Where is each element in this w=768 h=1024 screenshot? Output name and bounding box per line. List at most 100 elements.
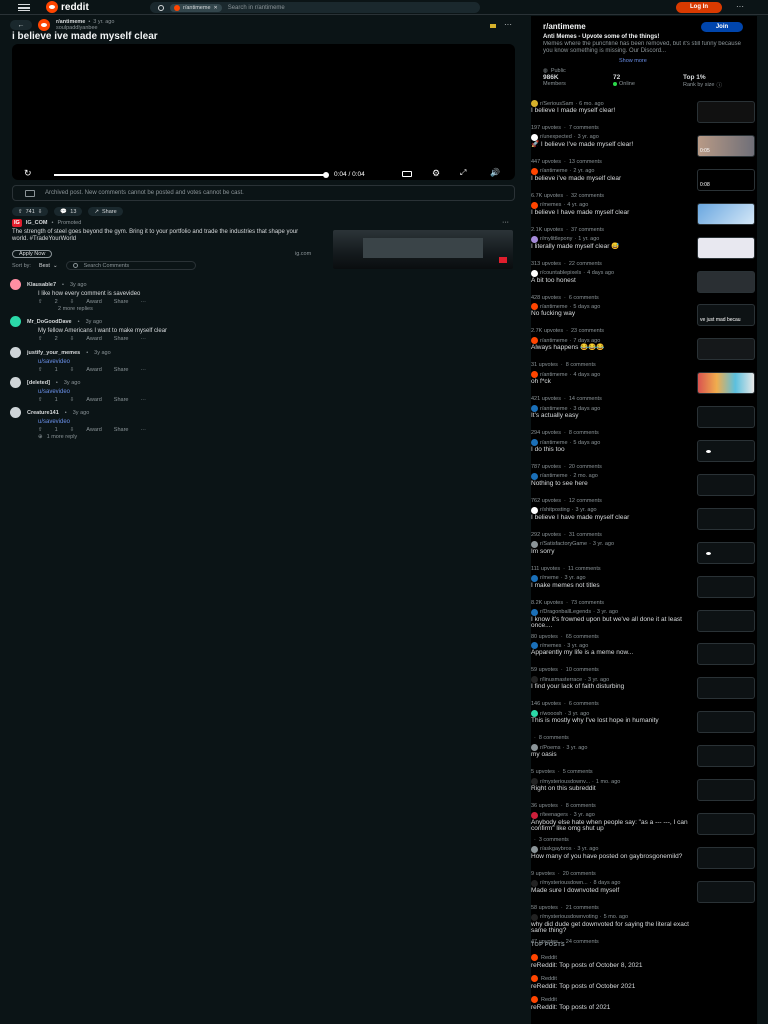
comment-link[interactable]: u/savevideo <box>38 419 510 425</box>
downvote-icon[interactable]: ⇩ <box>38 209 43 215</box>
related-post-thumbnail[interactable] <box>697 711 755 734</box>
share-button[interactable]: ↗ Share <box>88 207 123 216</box>
related-post-subreddit[interactable]: r/memes <box>540 643 561 649</box>
related-post-thumbnail[interactable]: 0:05 <box>697 134 755 157</box>
comment-more-button[interactable]: ··· <box>140 397 146 403</box>
related-post-subreddit[interactable]: r/mylittlepony <box>540 236 572 242</box>
related-post-thumbnail[interactable] <box>697 745 755 768</box>
related-post-title[interactable]: I believe I have made myself clear <box>531 209 697 217</box>
related-post-thumbnail[interactable] <box>697 541 755 564</box>
award-button[interactable]: Award <box>86 397 102 403</box>
video-progress-track[interactable] <box>54 172 329 178</box>
related-post-title[interactable]: It's actually easy <box>531 413 697 420</box>
related-post-title[interactable]: How many of you have posted on gaybrosgo… <box>531 853 697 861</box>
related-post-title[interactable]: This is mostly why I've lost hope in hum… <box>531 718 697 725</box>
related-post-subreddit[interactable]: r/mysteriousdownvoting <box>540 914 598 920</box>
related-post-title[interactable]: why did dude get downvoted for saying th… <box>531 921 697 935</box>
ad-advertiser[interactable]: IG_COM <box>26 220 48 226</box>
related-post-thumbnail[interactable] <box>697 440 755 462</box>
related-post[interactable]: r/shitposting · 3 yr. ago I believe I have … <box>531 506 757 541</box>
related-post[interactable]: r/antimeme · 7 days ago Always happens 😂😂😂 3… <box>531 337 757 371</box>
downvote-icon[interactable]: ⇩ <box>70 427 75 433</box>
avatar[interactable] <box>10 279 21 290</box>
related-post[interactable]: r/mysteriousdownv... · 1 mo. ago Right on t… <box>531 778 757 812</box>
related-post-title[interactable]: oh f*ck <box>531 379 697 386</box>
related-post-subreddit[interactable]: r/SeriousSam <box>540 101 573 107</box>
search-subreddit-chip[interactable]: r/antimeme ✕ <box>170 3 222 12</box>
top-post-title[interactable]: reReddit: Top posts of October 2021 <box>531 983 757 990</box>
related-post-subreddit[interactable]: r/mysteriousdownv... <box>540 779 590 785</box>
sidebar-subreddit-name[interactable]: r/antimeme <box>543 22 586 31</box>
bookmark-icon[interactable] <box>490 24 496 28</box>
upvote-icon[interactable]: ⇧ <box>38 367 43 373</box>
vote-button[interactable]: ⇧ 741 ⇩ <box>12 207 49 216</box>
comment-more-button[interactable]: ··· <box>140 299 146 305</box>
related-post-subreddit[interactable]: r/Poems <box>540 745 560 751</box>
comment-author[interactable]: [deleted] <box>27 380 50 386</box>
related-post[interactable]: r/antimeme · 2 yr. ago I believe i've made … <box>531 167 757 202</box>
related-post-thumbnail[interactable] <box>697 202 755 225</box>
comment-author[interactable]: Mr_DoGoodDave <box>27 319 72 325</box>
comment-share-button[interactable]: Share <box>114 367 129 373</box>
downvote-icon[interactable]: ⇩ <box>70 299 75 305</box>
replay-icon[interactable]: ↻ <box>24 168 32 179</box>
related-post-thumbnail[interactable] <box>697 812 755 835</box>
related-post-subreddit[interactable]: r/wooosh <box>540 711 562 717</box>
comment-author[interactable]: Klausable7 <box>27 282 56 288</box>
upvote-icon[interactable]: ⇧ <box>38 336 43 342</box>
award-button[interactable]: Award <box>86 367 102 373</box>
related-post-subreddit[interactable]: r/teenagers <box>540 812 568 818</box>
volume-icon[interactable]: 🔊 <box>490 168 500 177</box>
related-post-title[interactable]: I believe i've made myself clear <box>531 175 697 183</box>
top-post-title[interactable]: reReddit: Top posts of 2021 <box>531 1004 757 1011</box>
comments-button[interactable]: 💬 13 <box>54 207 83 216</box>
related-post-subreddit[interactable]: r/shitposting <box>540 507 570 513</box>
related-post-subreddit[interactable]: r/memes <box>540 202 561 208</box>
related-post-thumbnail[interactable] <box>697 677 755 700</box>
related-post-thumbnail[interactable] <box>697 846 755 869</box>
comment-link[interactable]: u/savevideo <box>38 359 510 365</box>
related-post-title[interactable]: Nothing to see here <box>531 480 697 488</box>
related-post-title[interactable]: Right on this subreddit <box>531 785 697 793</box>
related-post-thumbnail[interactable]: ve just mad becau <box>697 304 755 327</box>
comment-link[interactable]: u/savevideo <box>38 389 510 395</box>
related-post-thumbnail[interactable] <box>697 101 755 123</box>
related-post-title[interactable]: Apparently my life is a meme now... <box>531 650 697 657</box>
related-post[interactable]: r/linusmasterrace · 3 yr. ago I find your l… <box>531 676 757 710</box>
award-button[interactable]: Award <box>86 427 102 433</box>
avatar[interactable] <box>10 347 21 358</box>
related-post[interactable]: r/mysteriousdown... · 8 days ago Made sure … <box>531 879 757 914</box>
related-post-title[interactable]: Made sure I downvoted myself <box>531 887 697 895</box>
related-post-title[interactable]: Always happens 😂😂😂 <box>531 345 697 352</box>
more-replies-link[interactable]: 2 more replies <box>58 306 510 312</box>
comment-share-button[interactable]: Share <box>114 427 129 433</box>
related-post-title[interactable]: A bit too honest <box>531 277 697 285</box>
related-post-title[interactable]: 🚀 I believe I've made myself clear! <box>531 141 697 149</box>
ad-options-button[interactable]: ··· <box>502 219 509 226</box>
comment-more-button[interactable]: ··· <box>140 367 146 373</box>
comment-share-button[interactable]: Share <box>114 336 129 342</box>
upvote-icon[interactable]: ⇧ <box>18 209 23 215</box>
related-post-title[interactable]: I literally made myself clear 😅 <box>531 243 697 251</box>
top-post-item[interactable]: Reddit reReddit: Top posts of 2021 <box>531 996 757 1011</box>
search-bar[interactable]: r/antimeme ✕ Search in r/antimeme <box>150 2 480 13</box>
related-post[interactable]: r/DragonballLegends · 3 yr. ago I know it's… <box>531 608 757 643</box>
related-post[interactable]: r/antimeme · 3 days ago It's actually easy 2… <box>531 405 757 439</box>
top-post-item[interactable]: Reddit reReddit: Top posts of October 8, … <box>531 954 757 969</box>
related-post-thumbnail[interactable] <box>697 406 755 429</box>
related-post-title[interactable]: I believe I have made myself clear <box>531 514 697 522</box>
related-post-subreddit[interactable]: r/antimeme <box>540 168 568 174</box>
comment-more-button[interactable]: ··· <box>140 336 146 342</box>
settings-icon[interactable]: ⚙ <box>432 168 440 179</box>
related-post-subreddit[interactable]: r/antimeme <box>540 338 568 344</box>
fullscreen-icon[interactable]: ⤢ <box>460 168 466 178</box>
related-post-thumbnail[interactable] <box>697 575 755 598</box>
related-post-title[interactable]: I find your lack of faith disturbing <box>531 684 697 691</box>
related-post-subreddit[interactable]: r/antimeme <box>540 304 568 310</box>
back-button[interactable]: ← <box>10 20 32 30</box>
reddit-logo[interactable]: reddit <box>46 1 89 13</box>
post-options-button[interactable]: ··· <box>504 20 512 29</box>
related-post-subreddit[interactable]: r/antimeme <box>540 372 568 378</box>
related-post-title[interactable]: Anybody else hate when people say: "as a… <box>531 819 697 833</box>
related-post-thumbnail[interactable] <box>697 473 755 496</box>
